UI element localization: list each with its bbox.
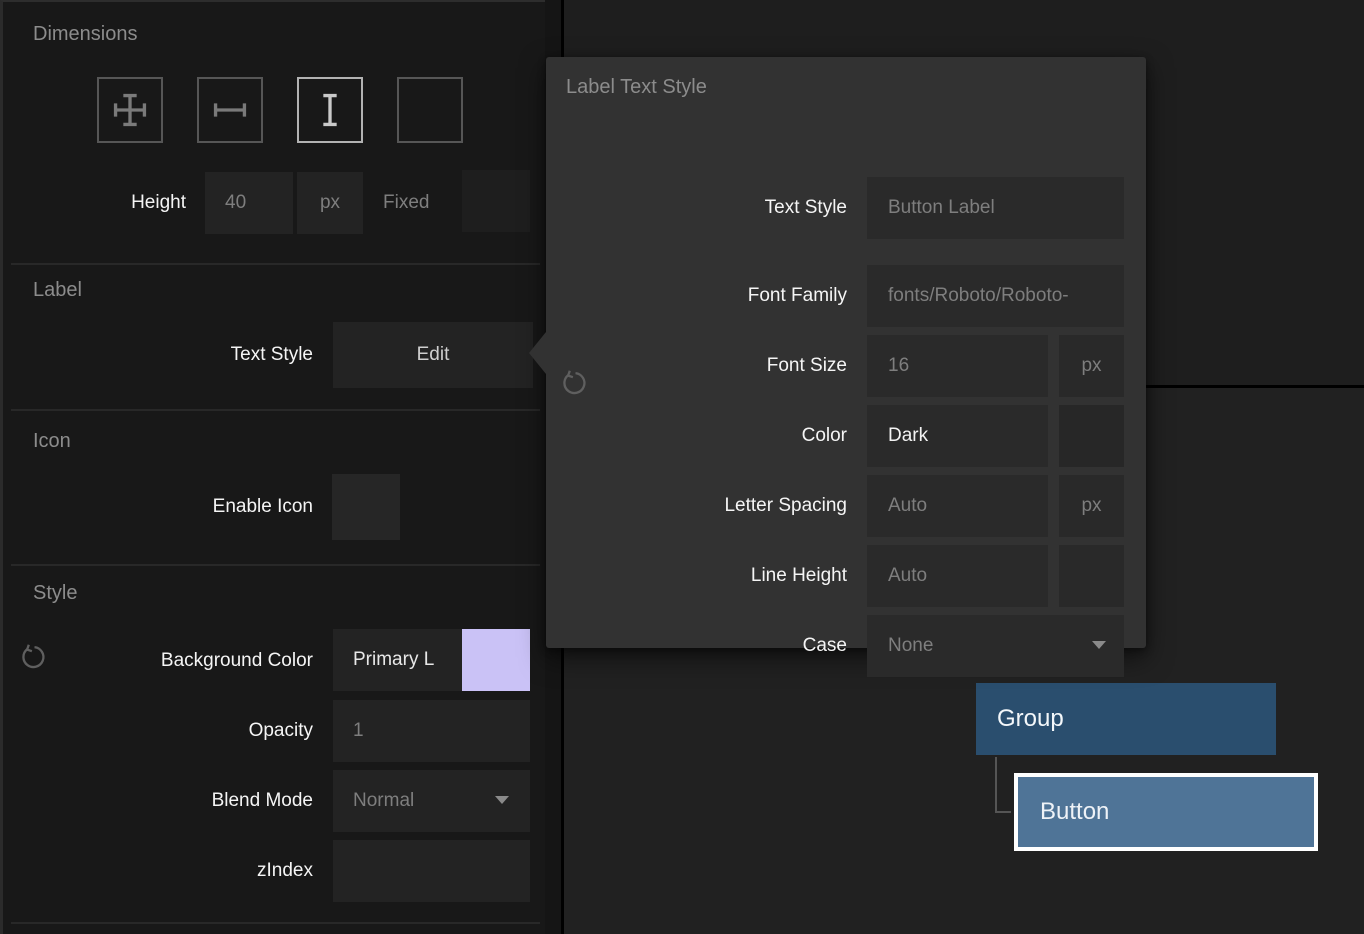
label-text-style-popup: Label Text Style Text Style Button Label… (546, 57, 1146, 648)
popup-line-height-input[interactable]: Auto (867, 545, 1048, 607)
popup-tail-arrow (529, 332, 546, 374)
popup-font-family-label: Font Family (546, 285, 847, 307)
zindex-input[interactable] (333, 840, 530, 902)
chevron-down-icon (1092, 641, 1106, 649)
popup-font-size-input[interactable]: 16 (867, 335, 1048, 397)
popup-color-swatch[interactable] (1059, 405, 1124, 467)
fixed-label: Fixed (383, 192, 429, 214)
opacity-label: Opacity (3, 720, 313, 742)
popup-text-style-label: Text Style (546, 197, 847, 219)
dimensions-section-title: Dimensions (33, 22, 137, 46)
group-element-label: Group (997, 705, 1064, 733)
canvas-group-element[interactable]: Group (976, 683, 1276, 755)
resize-height-button[interactable] (297, 77, 363, 143)
popup-line-height-label: Line Height (546, 565, 847, 587)
popup-case-label: Case (546, 635, 847, 657)
blend-mode-label: Blend Mode (3, 790, 313, 812)
height-label: Height (3, 192, 186, 214)
background-color-swatch[interactable] (462, 629, 530, 691)
section-divider (11, 263, 540, 265)
popup-font-size-label: Font Size (546, 355, 847, 377)
canvas-button-element[interactable]: Button (1014, 773, 1318, 851)
zindex-label: zIndex (3, 860, 313, 882)
resize-height-icon (310, 90, 350, 130)
popup-case-dropdown[interactable]: None (867, 615, 1124, 677)
resize-width-button[interactable] (197, 77, 263, 143)
popup-font-family-input[interactable]: fonts/Roboto/Roboto- (867, 265, 1124, 327)
height-input[interactable]: 40 (205, 172, 293, 234)
section-divider (11, 564, 540, 566)
resize-none-icon (410, 90, 450, 130)
popup-letter-spacing-input[interactable]: Auto (867, 475, 1048, 537)
popup-letter-spacing-unit-selector[interactable]: px (1059, 475, 1124, 537)
resize-width-icon (210, 90, 250, 130)
popup-font-size-unit-selector[interactable]: px (1059, 335, 1124, 397)
resize-both-icon (110, 90, 150, 130)
opacity-input[interactable]: 1 (333, 700, 530, 762)
text-style-edit-button[interactable]: Edit (333, 322, 533, 388)
hierarchy-connector-line (995, 757, 1011, 813)
height-unit-selector[interactable]: px (297, 172, 363, 234)
background-color-value-button[interactable]: Primary L (333, 629, 462, 691)
label-section-title: Label (33, 278, 82, 302)
resize-none-button[interactable] (397, 77, 463, 143)
chevron-down-icon (495, 796, 509, 804)
button-element-label: Button (1040, 798, 1109, 826)
background-color-label: Background Color (3, 650, 313, 672)
fixed-checkbox[interactable] (462, 170, 530, 232)
style-section-title: Style (33, 581, 77, 605)
text-style-label: Text Style (3, 344, 313, 366)
popup-title: Label Text Style (566, 75, 707, 99)
popup-color-label: Color (546, 425, 847, 447)
popup-color-value-button[interactable]: Dark (867, 405, 1048, 467)
enable-icon-checkbox[interactable] (332, 474, 400, 540)
popup-text-style-input[interactable]: Button Label (867, 177, 1124, 239)
section-divider (11, 922, 540, 924)
design-tool-screen: Group Button Dimensions Height (0, 0, 1364, 934)
resize-both-button[interactable] (97, 77, 163, 143)
popup-line-height-unit-selector[interactable] (1059, 545, 1124, 607)
icon-section-title: Icon (33, 429, 71, 453)
popup-letter-spacing-label: Letter Spacing (546, 495, 847, 517)
section-divider (11, 409, 540, 411)
style-properties-sidebar: Dimensions Height 40 px Fixed Label Text (0, 0, 545, 934)
enable-icon-label: Enable Icon (3, 496, 313, 518)
